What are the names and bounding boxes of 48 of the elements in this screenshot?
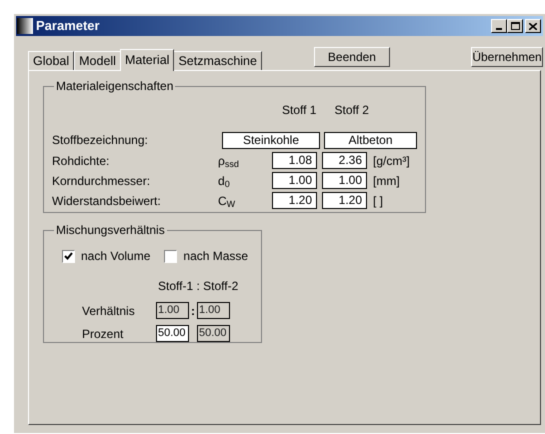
- text-field: 1.00: [197, 302, 230, 319]
- field-label: Widerstandsbeiwert:: [52, 192, 162, 210]
- text-field[interactable]: Altbeton: [324, 132, 417, 148]
- column-header: Stoff-1 : Stoff-2: [158, 278, 240, 295]
- field-label: Korndurchmesser:: [52, 172, 152, 190]
- text-field[interactable]: 50.00: [156, 325, 189, 342]
- tab[interactable]: Modell: [74, 51, 121, 70]
- text-field[interactable]: 1.00: [272, 172, 317, 189]
- symbol: C$_{W}$: [218, 192, 236, 210]
- minimize-button[interactable]: [491, 19, 507, 33]
- checkbox-label: nach Volume: [81, 248, 150, 265]
- separator: :: [190, 302, 196, 320]
- text-field[interactable]: 1.00: [322, 172, 367, 189]
- tab[interactable]: Material: [120, 49, 174, 71]
- column-header: Stoff 1: [282, 102, 316, 119]
- tab[interactable]: Global: [28, 51, 74, 70]
- close-button[interactable]: [525, 19, 541, 33]
- text-field[interactable]: Steinkohle: [222, 132, 320, 148]
- text-field[interactable]: 2.36: [322, 152, 367, 169]
- checkbox-label: nach Masse: [183, 248, 248, 265]
- group-title: Mischungsverhältnis: [55, 222, 166, 239]
- checkbox[interactable]: [62, 250, 75, 262]
- text-field[interactable]: 1.20: [272, 192, 317, 209]
- unit-label: [ ]: [373, 192, 384, 210]
- symbol: d$_{0}$: [218, 172, 231, 190]
- app-icon: [17, 18, 33, 34]
- checkbox[interactable]: [164, 250, 178, 262]
- symbol: ρ$_{ssd}$: [218, 152, 240, 170]
- field-label: Prozent: [82, 326, 124, 342]
- quit-button[interactable]: Beenden: [314, 47, 390, 67]
- tab[interactable]: Setzmaschine: [173, 51, 262, 70]
- unit-label: [g/cm³]: [373, 152, 410, 170]
- field-label: Rohdichte:: [52, 152, 110, 170]
- text-field[interactable]: 1.08: [272, 152, 317, 169]
- window-title: Parameter: [36, 17, 100, 36]
- group-title: Materialeigenschaften: [55, 78, 174, 95]
- field-label: Verhältnis: [82, 302, 136, 320]
- minimize-icon: [496, 28, 502, 30]
- apply-button[interactable]: Übernehmen: [471, 47, 543, 67]
- maximize-button[interactable]: [507, 19, 523, 33]
- column-header: Stoff 2: [334, 102, 369, 119]
- text-field: 1.00: [156, 302, 189, 319]
- text-field: 50.00: [197, 325, 230, 342]
- text-field[interactable]: 1.20: [322, 192, 367, 209]
- unit-label: [mm]: [373, 172, 400, 190]
- close-icon: [529, 22, 537, 30]
- field-label: Stoffbezeichnung:: [52, 132, 149, 149]
- maximize-icon: [510, 22, 520, 30]
